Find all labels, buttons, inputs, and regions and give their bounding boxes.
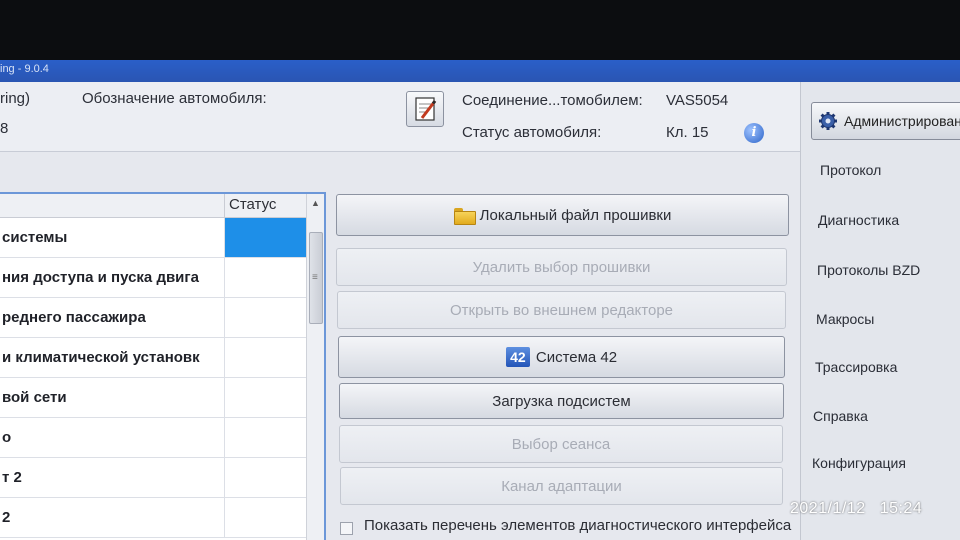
table-row[interactable]: реднего пассажира [0, 298, 308, 338]
row-status [224, 258, 308, 297]
adaptation-channel-button[interactable]: Канал адаптации [340, 467, 783, 505]
table-row[interactable]: о [0, 418, 308, 458]
scroll-up-arrow-icon[interactable]: ▲ [311, 198, 320, 208]
delete-firmware-selection-label: Удалить выбор прошивки [472, 258, 651, 276]
system42-label: Система 42 [535, 348, 618, 366]
row-status [224, 418, 308, 457]
table-row[interactable]: вой сети [0, 378, 308, 418]
vehicle-status-value: Кл. 15 [666, 124, 709, 141]
column-header-status[interactable]: Статус [224, 194, 308, 218]
vehicle-status-label: Статус автомобиля: [462, 124, 602, 141]
control-units-table: Статус системы ния доступа и пуска двига… [0, 192, 326, 540]
system42-icon: 42 [505, 347, 530, 367]
title-bar: ing - 9.0.4 [0, 60, 960, 82]
connection-label: Соединение...томобилем: [462, 92, 643, 109]
column-header-name[interactable] [0, 194, 224, 218]
table-row[interactable]: 2 [0, 498, 308, 538]
load-subsystems-button[interactable]: Загрузка подсистем [339, 383, 784, 419]
folder-icon [453, 207, 476, 225]
open-external-editor-button[interactable]: Открыть во внешнем редакторе [337, 291, 786, 329]
row-name: о [2, 429, 12, 446]
adaptation-channel-label: Канал адаптации [501, 477, 622, 495]
sidebar-item-help[interactable]: Справка [813, 408, 868, 424]
sidebar-item-bzd-protocols[interactable]: Протоколы BZD [817, 262, 920, 278]
row-name: и климатической установк [2, 349, 200, 366]
info-icon[interactable]: i [744, 123, 764, 143]
sidebar-item-configuration[interactable]: Конфигурация [812, 455, 906, 471]
monitor-bezel [0, 0, 960, 62]
row-name: реднего пассажира [2, 309, 146, 326]
row-name: ния доступа и пуска двига [2, 269, 199, 286]
system42-button[interactable]: 42 Система 42 [338, 336, 785, 378]
session-select-button[interactable]: Выбор сеанса [339, 425, 783, 463]
table-row[interactable]: и климатической установк [0, 338, 308, 378]
row-status [224, 298, 308, 337]
table-row[interactable]: т 2 [0, 458, 308, 498]
session-select-label: Выбор сеанса [511, 435, 611, 453]
row-status [224, 378, 308, 417]
edit-button[interactable] [406, 91, 444, 127]
delete-firmware-selection-button[interactable]: Удалить выбор прошивки [336, 248, 787, 286]
show-interface-elements-label: Показать перечень элементов диагностичес… [364, 517, 792, 534]
photo-timestamp: 2021/1/12 15:24 [790, 500, 922, 518]
open-external-editor-label: Открыть во внешнем редакторе [449, 301, 674, 319]
app-window: ing - 9.0.4 ring) 8 Обозначение автомоби… [0, 60, 960, 540]
scroll-grip-icon: ≡ [312, 272, 318, 283]
vehicle-id-value: 8 [0, 120, 9, 137]
row-name: системы [2, 229, 68, 246]
row-name: 2 [2, 509, 11, 526]
vehicle-info-bar: ring) 8 Обозначение автомобиля: Соединен… [0, 82, 805, 152]
sidebar-item-diagnostics[interactable]: Диагностика [818, 212, 899, 228]
administration-label: Администрирован [844, 113, 960, 129]
row-status [224, 338, 308, 377]
row-status [224, 218, 308, 257]
sidebar-item-macros[interactable]: Макросы [816, 311, 874, 327]
connection-value: VAS5054 [666, 92, 729, 109]
local-firmware-file-label: Локальный файл прошивки [479, 206, 672, 224]
load-subsystems-label: Загрузка подсистем [492, 392, 631, 410]
row-status [224, 498, 308, 537]
row-name: т 2 [2, 469, 22, 486]
photo-date: 2021/1/12 [790, 500, 866, 517]
app-mode-label: ring) [0, 90, 31, 107]
vehicle-designation-label: Обозначение автомобиля: [82, 90, 267, 107]
row-status [224, 458, 308, 497]
table-scrollbar[interactable]: ▲ ≡ [306, 194, 324, 540]
row-name: вой сети [2, 389, 67, 406]
local-firmware-file-button[interactable]: Локальный файл прошивки [336, 194, 789, 236]
sidebar-item-tracing[interactable]: Трассировка [815, 359, 897, 375]
gear-icon [819, 112, 837, 130]
show-interface-elements-checkbox[interactable] [340, 522, 353, 535]
right-sidebar: Администрирован Протокол Диагностика Про… [800, 82, 960, 540]
administration-button[interactable]: Администрирован [811, 102, 960, 140]
sidebar-item-protocol[interactable]: Протокол [820, 162, 881, 178]
table-row[interactable]: системы [0, 218, 308, 258]
photo-time: 15:24 [879, 500, 923, 517]
table-row[interactable]: ния доступа и пуска двига [0, 258, 308, 298]
window-title: ing - 9.0.4 [0, 63, 49, 75]
edit-notepad-icon [415, 97, 437, 121]
